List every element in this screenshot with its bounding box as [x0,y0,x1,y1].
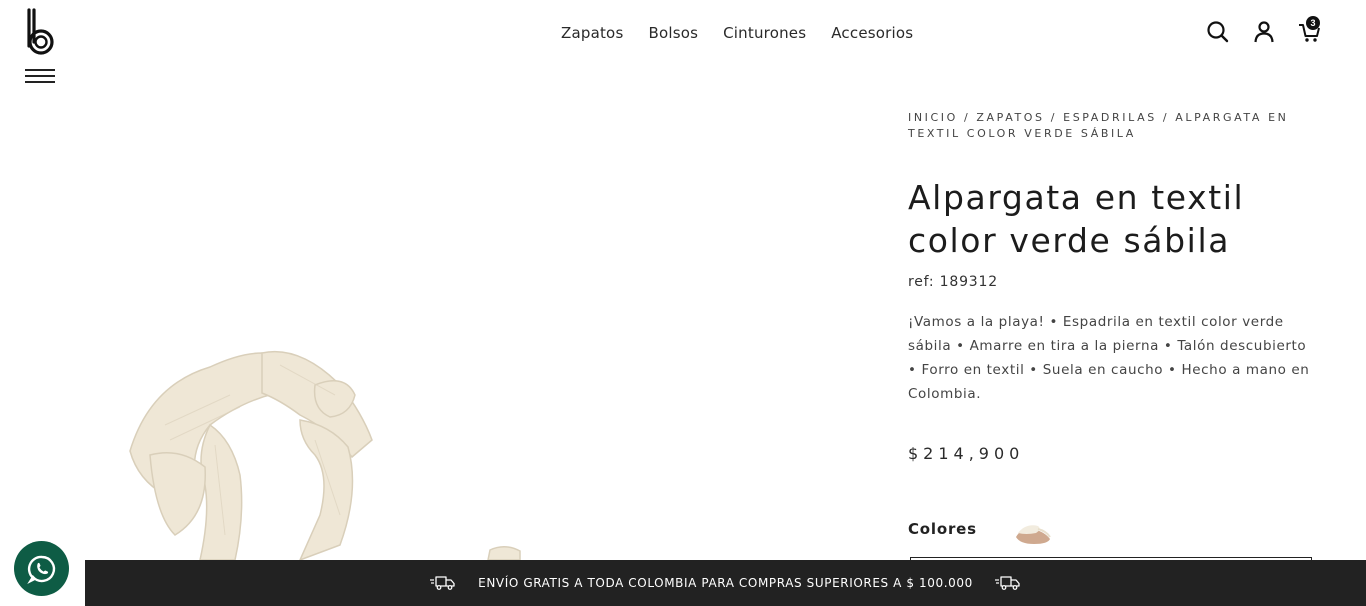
whatsapp-icon [26,555,55,584]
nav-item-zapatos[interactable]: Zapatos [561,24,623,42]
breadcrumb-separator: / [1156,111,1176,124]
breadcrumb-item-zapatos[interactable]: ZAPATOS [976,111,1044,124]
user-icon[interactable] [1252,18,1276,44]
color-swatch[interactable] [1012,517,1054,547]
espadrille-strap-image [129,350,521,560]
cart-icon[interactable]: 3 [1298,16,1322,44]
product-ref: ref: 189312 [908,274,998,290]
main-nav: Zapatos Bolsos Cinturones Accesorios [561,24,913,42]
nav-item-bolsos[interactable]: Bolsos [648,24,698,42]
product-info: INICIO / ZAPATOS / ESPADRILAS / ALPARGAT… [908,110,1318,406]
truck-icon [994,576,1020,590]
product-price: $214,900 [908,444,1025,463]
site-header: Zapatos Bolsos Cinturones Accesorios 3 [0,0,1366,95]
hamburger-menu-icon[interactable] [25,69,55,83]
product-image[interactable] [0,95,880,560]
breadcrumb: INICIO / ZAPATOS / ESPADRILAS / ALPARGAT… [908,110,1318,142]
shipping-banner: ENVÍO GRATIS A TODA COLOMBIA PARA COMPRA… [85,560,1366,606]
breadcrumb-separator: / [957,111,977,124]
nav-item-cinturones[interactable]: Cinturones [723,24,806,42]
search-icon[interactable] [1206,18,1230,44]
breadcrumb-separator: / [1044,111,1064,124]
product-description: ¡Vamos a la playa! • Espadrila en textil… [908,314,1310,402]
nav-item-accesorios[interactable]: Accesorios [831,24,913,42]
product-title: Alpargata en textil color verde sábila [908,178,1245,260]
brand-logo[interactable] [24,8,58,56]
breadcrumb-item-espadrilas[interactable]: ESPADRILAS [1063,111,1157,124]
header-icons: 3 [1206,16,1322,44]
breadcrumb-item-inicio[interactable]: INICIO [908,111,958,124]
cart-count-badge: 3 [1306,16,1320,30]
shipping-banner-text: ENVÍO GRATIS A TODA COLOMBIA PARA COMPRA… [478,576,973,590]
whatsapp-button[interactable] [14,541,69,596]
colors-label: Colores [908,520,977,538]
truck-icon [430,576,455,590]
